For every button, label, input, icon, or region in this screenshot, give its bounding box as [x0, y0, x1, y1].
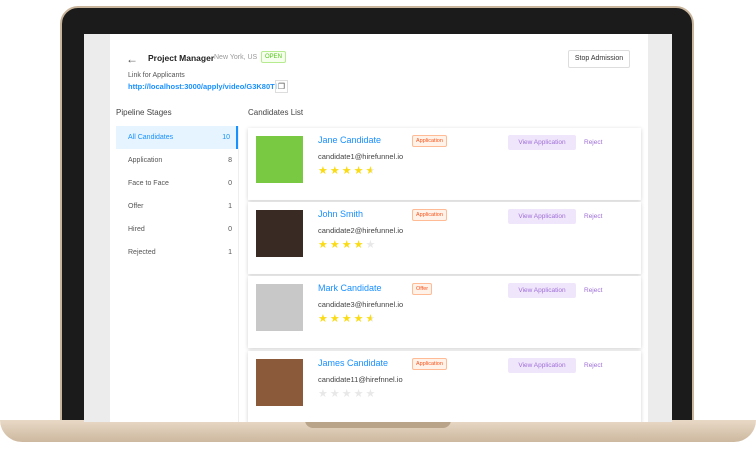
candidate-email: candidate3@hirefunnel.io	[318, 300, 404, 309]
star-icon: ★	[318, 313, 330, 325]
rating[interactable]: ★★★★★	[318, 312, 377, 325]
stage-count: 0	[228, 180, 232, 187]
candidate-name[interactable]: Mark Candidate	[318, 283, 382, 293]
arrow-left-icon[interactable]: ←	[126, 52, 138, 66]
job-location: New York, US	[214, 54, 258, 61]
star-icon: ★	[318, 165, 330, 177]
star-icon: ★	[365, 388, 378, 400]
candidate-email: candidate11@hirefnnel.io	[318, 375, 403, 384]
reject-button[interactable]: Reject	[584, 362, 602, 369]
stage-item[interactable]: Face to Face 0	[116, 172, 238, 195]
stage-item[interactable]: Application 8	[116, 149, 238, 172]
star-icon: ★	[353, 313, 366, 325]
stage-tag: Application	[412, 358, 447, 370]
star-half-icon: ★	[365, 313, 378, 325]
job-title: Project Manager	[148, 53, 215, 63]
stage-label: Offer	[128, 203, 144, 210]
reject-button[interactable]: Reject	[584, 213, 602, 220]
stop-admission-button[interactable]: Stop Admission	[568, 50, 630, 68]
star-icon: ★	[318, 239, 330, 251]
stage-label: All Candidates	[128, 134, 174, 141]
star-icon: ★	[318, 388, 330, 400]
stage-tag: Offer	[412, 283, 433, 295]
star-icon: ★	[329, 313, 342, 325]
star-icon: ★	[341, 165, 354, 177]
view-application-button[interactable]: View Application	[508, 358, 576, 373]
view-application-button[interactable]: View Application	[508, 135, 576, 150]
stage-label: Hired	[128, 226, 145, 233]
stage-count: 1	[228, 203, 232, 210]
applicant-link[interactable]: http://localhost:3000/apply/video/G3K80T…	[128, 82, 277, 91]
star-icon: ★	[329, 388, 342, 400]
candidate-card: James Candidate Application candidate11@…	[248, 351, 641, 422]
avatar	[256, 284, 303, 331]
rating[interactable]: ★★★★★	[318, 164, 377, 177]
star-icon: ★	[353, 239, 366, 251]
pipeline-title: Pipeline Stages	[116, 108, 172, 117]
pipeline-stages: All Candidates 10 Application 8 Face to Face…	[116, 126, 238, 264]
star-icon: ★	[353, 388, 366, 400]
candidate-email: candidate1@hirefunnel.io	[318, 152, 404, 161]
stage-label: Face to Face	[128, 180, 169, 187]
avatar	[256, 359, 303, 406]
screen: ← Project Manager New York, US OPEN Stop…	[84, 34, 672, 422]
app: ← Project Manager New York, US OPEN Stop…	[110, 34, 648, 422]
star-icon: ★	[365, 239, 378, 251]
stage-item[interactable]: Offer 1	[116, 195, 238, 218]
star-icon: ★	[341, 239, 354, 251]
stage-tag: Application	[412, 209, 447, 221]
stage-count: 0	[228, 226, 232, 233]
star-icon: ★	[329, 165, 342, 177]
rating[interactable]: ★★★★★	[318, 387, 377, 400]
stage-label: Rejected	[128, 249, 156, 256]
avatar	[256, 136, 303, 183]
candidate-name[interactable]: James Candidate	[318, 358, 388, 368]
stage-item[interactable]: Hired 0	[116, 218, 238, 241]
stage-tag: Application	[412, 135, 447, 147]
link-label: Link for Applicants	[128, 72, 185, 79]
candidate-card: Jane Candidate Application candidate1@hi…	[248, 128, 641, 200]
view-application-button[interactable]: View Application	[508, 209, 576, 224]
candidate-card: Mark Candidate Offer candidate3@hirefunn…	[248, 276, 641, 348]
stage-count: 1	[228, 249, 232, 256]
rating[interactable]: ★★★★★	[318, 238, 377, 251]
star-icon: ★	[353, 165, 366, 177]
reject-button[interactable]: Reject	[584, 287, 602, 294]
copy-icon[interactable]: ❐	[275, 80, 288, 93]
avatar	[256, 210, 303, 257]
candidate-card: John Smith Application candidate2@hirefu…	[248, 202, 641, 274]
stage-count: 10	[222, 134, 230, 141]
candidates-title: Candidates List	[248, 108, 304, 117]
divider	[238, 126, 239, 422]
stage-label: Application	[128, 157, 163, 164]
candidate-name[interactable]: John Smith	[318, 209, 363, 219]
view-application-button[interactable]: View Application	[508, 283, 576, 298]
candidate-name[interactable]: Jane Candidate	[318, 135, 381, 145]
candidate-email: candidate2@hirefunnel.io	[318, 226, 404, 235]
stage-count: 8	[228, 157, 232, 164]
star-icon: ★	[341, 313, 354, 325]
star-icon: ★	[329, 239, 342, 251]
star-half-icon: ★	[365, 165, 378, 177]
stage-item[interactable]: All Candidates 10	[116, 126, 238, 149]
stage-item[interactable]: Rejected 1	[116, 241, 238, 264]
reject-button[interactable]: Reject	[584, 139, 602, 146]
star-icon: ★	[341, 388, 354, 400]
status-badge: OPEN	[261, 51, 287, 63]
